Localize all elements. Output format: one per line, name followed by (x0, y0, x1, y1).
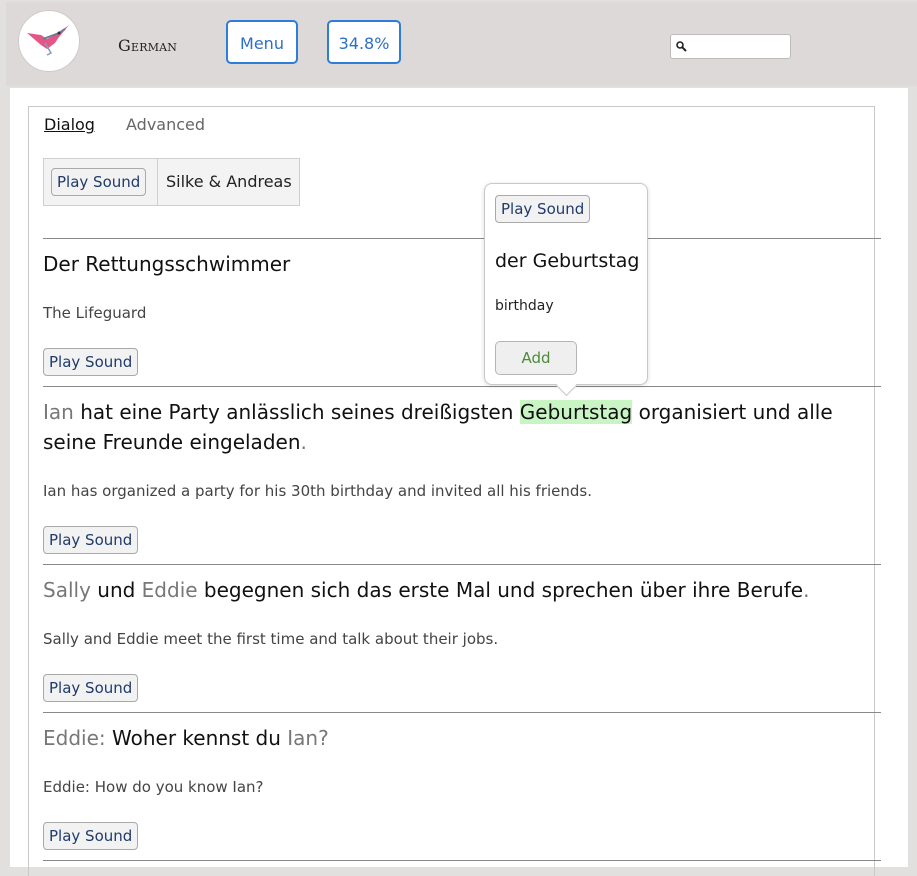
menu-button[interactable]: Menu (226, 20, 298, 64)
speaker-name[interactable]: Eddie (142, 578, 198, 602)
line-2-text: Sally und Eddie begegnen sich das erste … (43, 575, 809, 605)
line-1-text-cont: seine Freunde eingeladen. (43, 427, 307, 457)
line-3-play-sound-button[interactable]: Play Sound (43, 822, 139, 850)
popover-word: der Geburtstag (495, 250, 640, 272)
speaker-name[interactable]: Eddie: (43, 726, 106, 750)
top-bar: German Menu 34.8% (6, 2, 917, 86)
sentence-part[interactable]: und (91, 578, 142, 602)
line-2-translation: Sally and Eddie meet the first time and … (43, 630, 499, 648)
language-title: German (118, 36, 178, 55)
add-word-button[interactable]: Add (495, 341, 577, 375)
speaker-name[interactable]: Ian (43, 400, 74, 424)
word-popover: Play Sound der Geburtstag birthday Add (484, 183, 648, 397)
punctuation: ? (318, 726, 329, 750)
divider (157, 159, 158, 205)
speaker-name[interactable]: Sally (43, 578, 91, 602)
content-page: Dialog Advanced Play Sound Silke & Andre… (10, 88, 908, 876)
divider (43, 860, 881, 861)
dialog-title-translation: The Lifeguard (43, 304, 147, 322)
punctuation: . (300, 430, 307, 454)
speaker-box: Play Sound Silke & Andreas (43, 158, 300, 206)
tab-dialog[interactable]: Dialog (44, 115, 95, 134)
popover-play-sound-button[interactable]: Play Sound (495, 195, 591, 223)
sentence-part[interactable]: Woher kennst du (106, 726, 288, 750)
dialog-title: Der Rettungsschwimmer (43, 252, 291, 276)
hummingbird-logo[interactable] (18, 10, 80, 72)
search-input[interactable] (670, 34, 791, 59)
sentence-part[interactable]: organisiert und alle (632, 400, 833, 424)
divider (43, 386, 881, 387)
divider (43, 238, 881, 239)
speakers-play-sound-button[interactable]: Play Sound (51, 168, 147, 196)
punctuation: . (803, 578, 810, 602)
divider (43, 564, 881, 565)
progress-button[interactable]: 34.8% (327, 20, 401, 64)
line-1-play-sound-button[interactable]: Play Sound (43, 526, 139, 554)
line-2-play-sound-button[interactable]: Play Sound (43, 674, 139, 702)
title-play-sound-button[interactable]: Play Sound (43, 348, 139, 376)
highlighted-word[interactable]: Geburtstag (519, 400, 633, 424)
divider (43, 712, 881, 713)
line-1-text: Ian hat eine Party anlässlich seines dre… (43, 397, 833, 427)
popover-translation: birthday (495, 298, 554, 314)
speaker-names: Silke & Andreas (166, 172, 292, 191)
sentence-part[interactable]: begegnen sich das erste Mal und sprechen… (198, 578, 803, 602)
speaker-name[interactable]: Ian (287, 726, 318, 750)
lesson-panel: Dialog Advanced Play Sound Silke & Andre… (28, 106, 881, 876)
sentence-part[interactable]: seine Freunde eingeladen (43, 430, 301, 454)
sentence-part[interactable]: hat eine Party anlässlich seines dreißig… (74, 400, 520, 424)
line-1-translation: Ian has organized a party for his 30th b… (43, 482, 593, 500)
line-3-translation: Eddie: How do you know Ian? (43, 778, 264, 796)
tab-advanced[interactable]: Advanced (126, 115, 205, 134)
search-icon (676, 41, 687, 52)
line-3-text: Eddie: Woher kennst du Ian? (43, 723, 329, 753)
